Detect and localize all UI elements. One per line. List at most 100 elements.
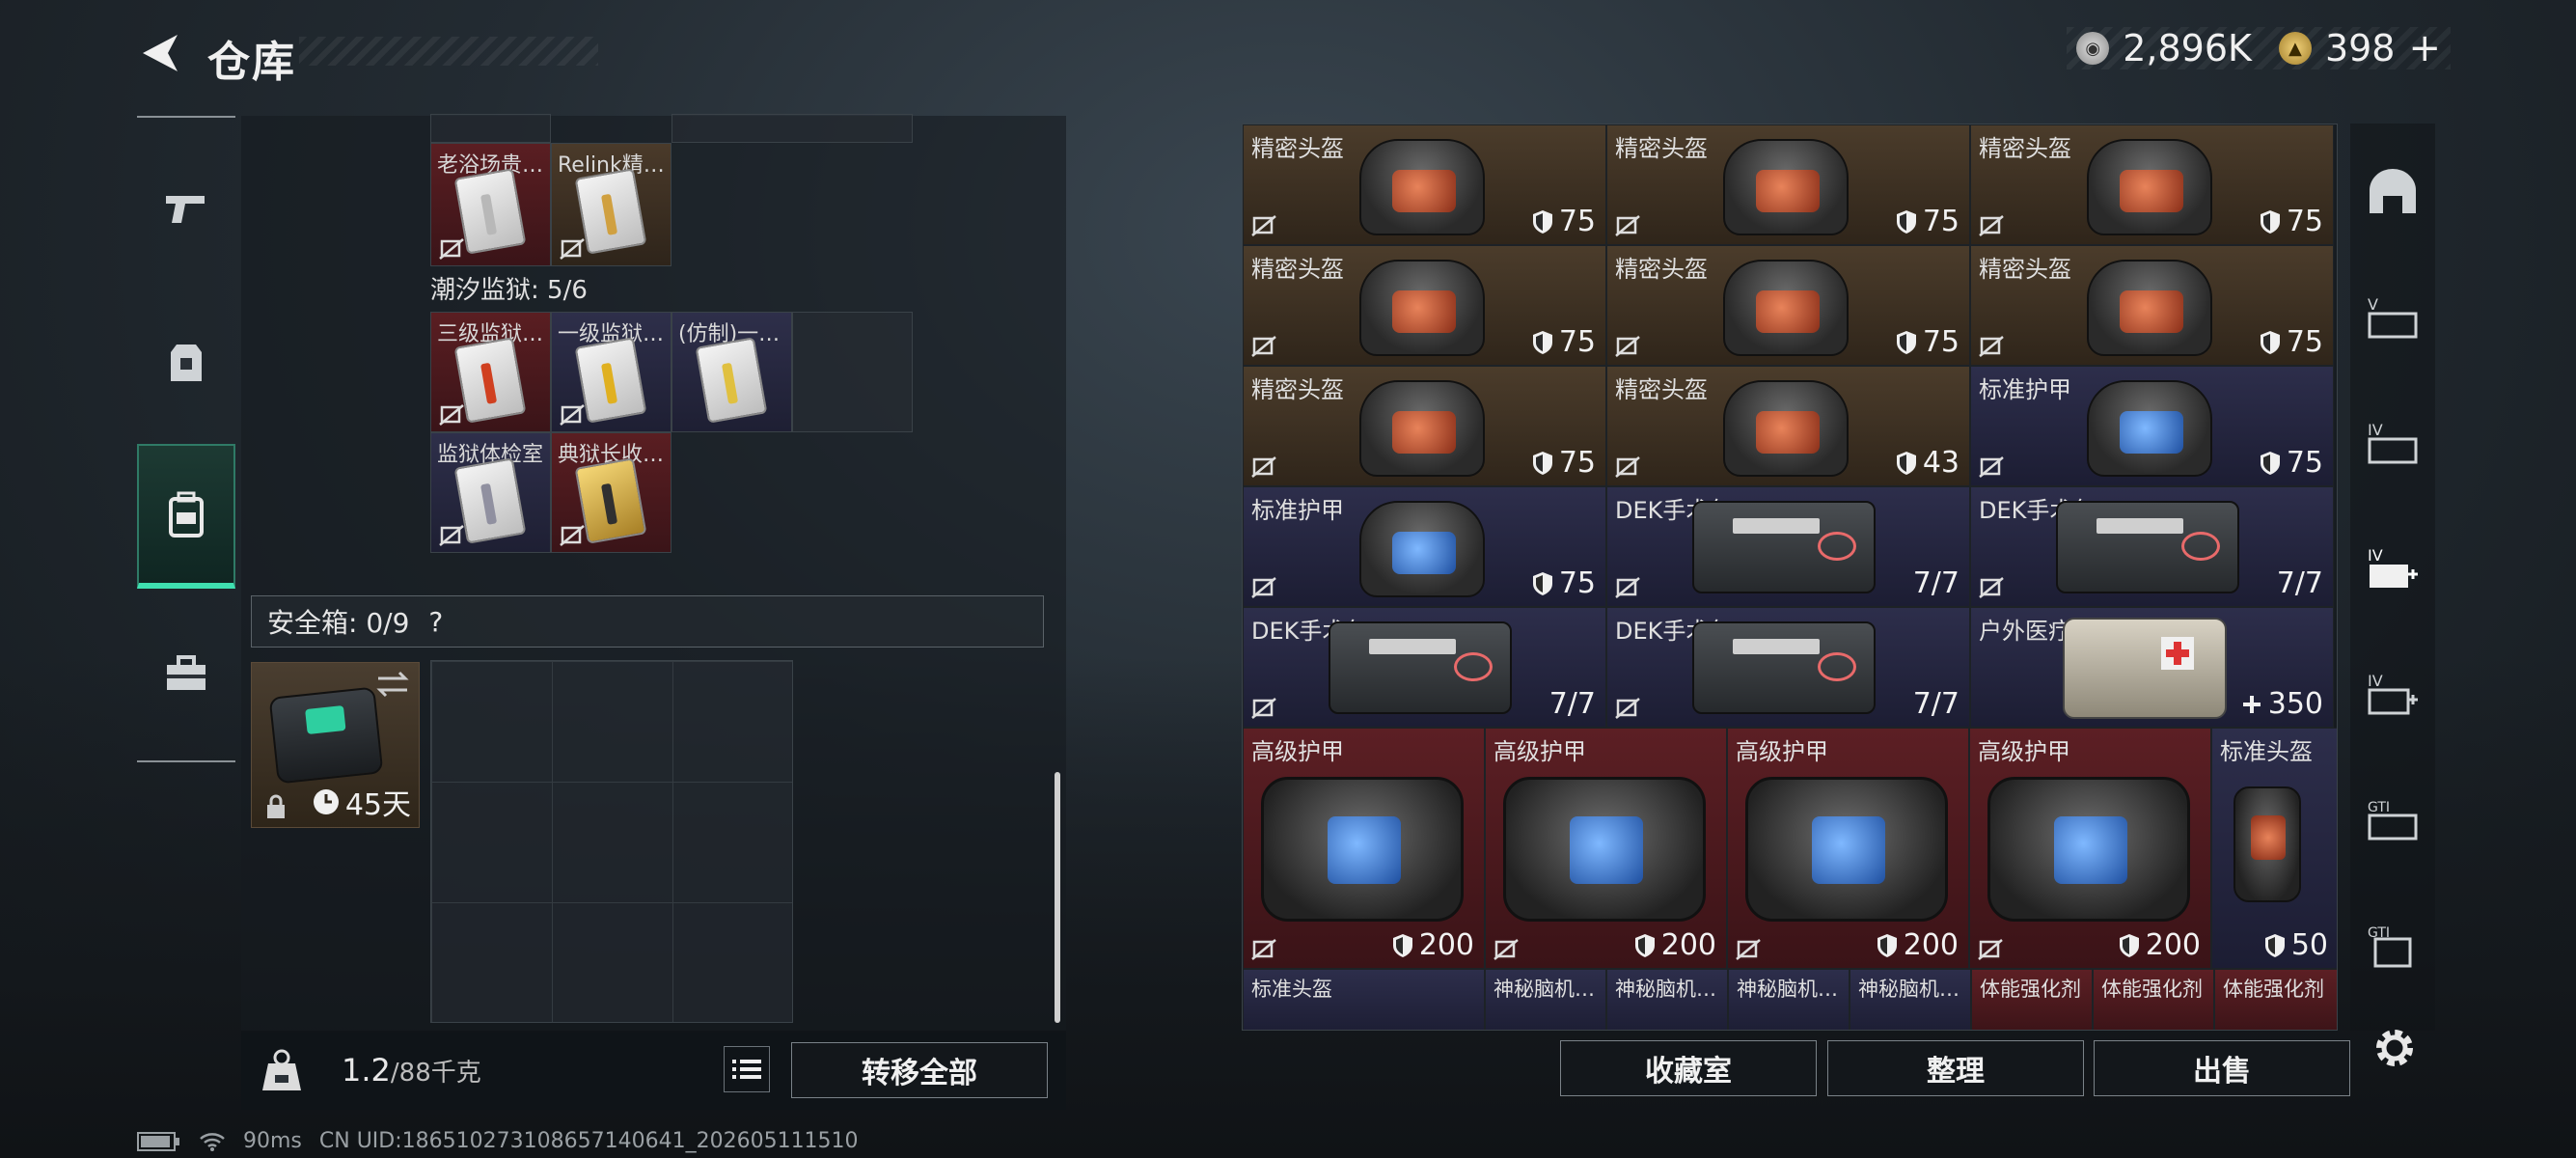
warehouse-item[interactable]: 体能强化剂 — [2214, 969, 2337, 1030]
nav-armor[interactable] — [137, 291, 235, 436]
item-label: 精密头盔 — [1251, 256, 1344, 283]
warehouse-item[interactable]: 标准护甲 75 — [1970, 366, 2334, 486]
warehouse-item[interactable]: 户外医疗箱 350 — [1970, 607, 2334, 728]
gold-coin-icon: ▲ — [2278, 32, 2312, 65]
safebox-grid[interactable] — [430, 660, 793, 1023]
item-slot[interactable]: 老浴场贵… — [430, 143, 551, 266]
warehouse-item-narrow[interactable]: 标准头盔 50 — [2211, 728, 2337, 969]
item-value-text: 50 — [2290, 928, 2328, 962]
warehouse-item[interactable]: 精密头盔 75 — [1243, 245, 1606, 366]
item-label: 精密头盔 — [1615, 256, 1708, 283]
warehouse-item[interactable]: 精密头盔 43 — [1606, 366, 1970, 486]
no-bind-icon — [1494, 939, 1519, 960]
warehouse-item[interactable]: 神秘脑机… — [1850, 969, 1971, 1030]
item-value: 75 — [2260, 205, 2323, 238]
safebox-item[interactable]: 45天 — [251, 662, 420, 828]
item-value-text: 200 — [1903, 928, 1959, 962]
item-slot[interactable]: (仿制)一… — [671, 312, 792, 432]
warehouse-item[interactable]: 精密头盔 75 — [1606, 124, 1970, 245]
item-value: 7/7 — [1549, 687, 1596, 721]
title-decoration — [299, 37, 598, 66]
nav-weapons[interactable] — [137, 135, 235, 280]
keycard-icon — [695, 337, 768, 424]
item-value: 50 — [2264, 928, 2328, 962]
item-label: 精密头盔 — [1979, 135, 2071, 162]
warehouse-item[interactable]: 神秘脑机… — [1485, 969, 1606, 1030]
shield-icon — [1877, 933, 1897, 957]
warehouse-item-large[interactable]: 高级护甲 200 — [1485, 728, 1727, 969]
warehouse-item-large[interactable]: 高级护甲 200 — [1969, 728, 2211, 969]
tab-gti-2[interactable]: GTI — [2364, 915, 2422, 973]
aid-iv-icon: IV — [2368, 672, 2418, 715]
heavy-armor-icon — [1261, 777, 1464, 922]
item-slot[interactable]: 监狱体检室 — [430, 432, 551, 553]
add-currency-button[interactable]: + — [2408, 26, 2441, 70]
back-arrow-icon[interactable] — [135, 29, 183, 77]
help-button[interactable]: ? — [428, 606, 443, 638]
item-slot[interactable]: 一级监狱… — [551, 312, 671, 432]
warehouse-item[interactable]: 标准护甲 75 — [1243, 486, 1606, 607]
vest-icon — [171, 345, 202, 381]
clock-icon — [313, 789, 339, 814]
warehouse-item[interactable]: 神秘脑机… — [1728, 969, 1850, 1030]
warehouse-item[interactable]: DEK手术包 7/7 — [1606, 486, 1970, 607]
shield-icon — [1896, 209, 1916, 234]
warehouse-item[interactable]: 精密头盔 75 — [1243, 366, 1606, 486]
armor-image-icon — [1359, 501, 1485, 597]
item-slot[interactable]: 三级监狱… — [430, 312, 551, 432]
no-bind-icon — [1251, 939, 1276, 960]
tab-tier5[interactable]: V — [2364, 288, 2422, 345]
grid-cell[interactable] — [430, 114, 551, 143]
item-slot[interactable]: 典狱长收… — [551, 432, 671, 553]
warehouse-item[interactable]: 体能强化剂 — [2093, 969, 2214, 1030]
warehouse-item[interactable]: 精密头盔 75 — [1970, 124, 2334, 245]
organize-button[interactable]: 整理 — [1827, 1040, 2084, 1096]
warehouse-item[interactable]: DEK手术包 7/7 — [1970, 486, 2334, 607]
surgery-kit-icon — [2056, 501, 2239, 593]
warehouse-item[interactable]: DEK手术包 7/7 — [1606, 607, 1970, 728]
folder-iv-icon: IV — [2368, 421, 2418, 464]
item-label: 标准护甲 — [1979, 376, 2071, 403]
medkit-iv-icon: IV — [2368, 546, 2418, 588]
collection-room-button[interactable]: 收藏室 — [1560, 1040, 1817, 1096]
tab-gti-1[interactable]: GTI — [2364, 789, 2422, 847]
item-label: 标准头盔 — [2220, 738, 2313, 765]
currency-bar: ◉ 2,896K ▲ 398 + — [2067, 26, 2451, 70]
sell-button[interactable]: 出售 — [2094, 1040, 2350, 1096]
grid-cell[interactable] — [671, 114, 913, 143]
warehouse-item[interactable]: 神秘脑机… — [1606, 969, 1728, 1030]
list-view-button[interactable] — [724, 1046, 770, 1092]
warehouse-item[interactable]: 精密头盔 75 — [1970, 245, 2334, 366]
transfer-all-button[interactable]: 转移全部 — [791, 1042, 1048, 1098]
warehouse-item[interactable]: 精密头盔 75 — [1243, 124, 1606, 245]
grid-cell[interactable] — [792, 312, 913, 432]
warehouse-item[interactable]: 精密头盔 75 — [1606, 245, 1970, 366]
item-value: 75 — [1896, 325, 1959, 359]
warehouse-item-large[interactable]: 高级护甲 200 — [1727, 728, 1969, 969]
item-slot[interactable]: Relink精… — [551, 143, 671, 266]
warehouse-item[interactable]: 体能强化剂 — [1971, 969, 2093, 1030]
svg-text:V: V — [2368, 295, 2378, 314]
tab-tier4-aid[interactable]: IV — [2364, 664, 2422, 722]
shield-icon — [2264, 933, 2285, 957]
item-value-text: 75 — [2286, 446, 2323, 480]
warehouse-item[interactable]: 标准头盔 — [1243, 969, 1485, 1030]
item-value-text: 75 — [1922, 325, 1959, 359]
section-label-prison: 潮汐监狱: 5/6 — [430, 276, 588, 305]
settings-gear-icon[interactable] — [2371, 1025, 2418, 1071]
swap-icon[interactable] — [376, 671, 409, 698]
no-bind-icon — [1979, 456, 2004, 478]
svg-text:IV: IV — [2368, 546, 2383, 565]
tab-tier4-folder[interactable]: IV — [2364, 413, 2422, 471]
item-label: 标准护甲 — [1251, 497, 1344, 524]
item-value-text: 7/7 — [1548, 687, 1596, 721]
nav-supplies[interactable] — [137, 600, 235, 745]
safebox-label: 安全箱: 0/9 — [267, 607, 410, 639]
item-label: 高级护甲 — [1736, 738, 1828, 765]
nav-containers[interactable] — [137, 444, 235, 589]
tab-tier4-medkit[interactable]: IV — [2364, 538, 2422, 596]
tab-helmets[interactable] — [2364, 162, 2422, 220]
scrollbar[interactable] — [1055, 772, 1060, 1023]
warehouse-item-large[interactable]: 高级护甲 200 — [1243, 728, 1485, 969]
warehouse-item[interactable]: DEK手术包 7/7 — [1243, 607, 1606, 728]
